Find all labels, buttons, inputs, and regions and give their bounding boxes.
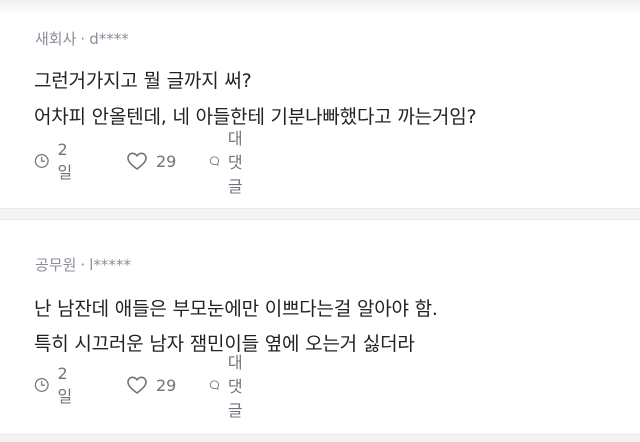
comment-thread: 새회사 · d**** 그런거가지고 뭘 글까지 써? 어차피 안올텐데, 네 아들… (0, 0, 640, 442)
reply-label: 대댓글 (227, 129, 243, 196)
clock-icon (34, 154, 49, 168)
comment-meta: 새회사 · d**** (35, 28, 129, 50)
author-company[interactable]: 새회사 (35, 30, 76, 48)
comment-time-label: 2일 (57, 139, 73, 182)
like-button[interactable]: 29 (126, 149, 176, 173)
reply-label: 대댓글 (227, 353, 243, 420)
clock-icon (34, 378, 49, 392)
comment-meta: 공무원 · l***** (35, 254, 131, 276)
comment-time: 2일 (34, 140, 77, 182)
author-company[interactable]: 공무원 (35, 256, 76, 274)
like-button[interactable]: 29 (126, 373, 176, 397)
speech-bubble-icon (209, 380, 220, 390)
comment-divider (0, 208, 640, 220)
heart-icon (127, 152, 147, 170)
like-count: 29 (156, 375, 177, 395)
author-id: d**** (89, 30, 129, 48)
heart-icon (127, 376, 147, 394)
comment-text-line: 그런거가지고 뭘 글까지 써? (34, 70, 252, 92)
comment-text-line: 어차피 안올텐데, 네 아들한테 기분나빠했다고 까는거임? (34, 106, 477, 128)
top-edge-shadow (0, 0, 640, 14)
speech-bubble-icon (209, 156, 220, 166)
comment-time: 2일 (34, 364, 77, 406)
like-count: 29 (156, 151, 177, 171)
reply-button[interactable]: 대댓글 (209, 129, 252, 196)
comment-time-label: 2일 (57, 363, 73, 406)
bottom-divider (0, 434, 640, 442)
reply-button[interactable]: 대댓글 (209, 353, 252, 420)
author-id: l***** (89, 256, 131, 274)
meta-separator: · (80, 256, 86, 274)
comment-text-line: 난 남잔데 애들은 부모눈에만 이쁘다는걸 알아야 함. (34, 298, 438, 320)
comment-text-line: 특히 시끄러운 남자 잼민이들 옆에 오는거 싫더라 (34, 333, 415, 355)
meta-separator: · (80, 30, 86, 48)
